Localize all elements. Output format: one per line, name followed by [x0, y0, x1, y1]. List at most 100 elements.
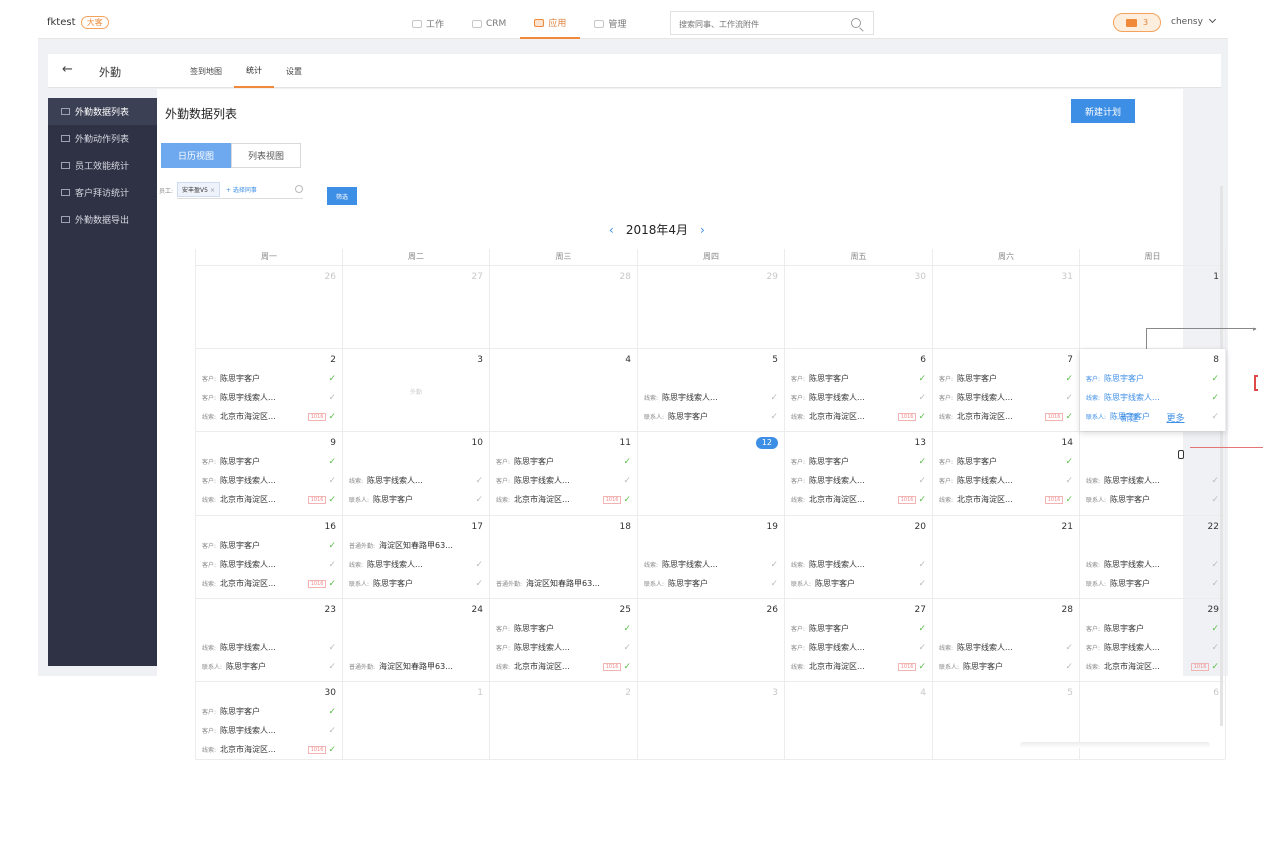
calendar-day[interactable]: 7 客户: 陈思宇客户 ✓ 客户: 陈思宇线索人... ✓ 线索: 北京市海淀区... 1016 ✓ [933, 349, 1080, 431]
event-item[interactable]: 客户: 陈思宇客户 ✓ [939, 369, 1073, 388]
event-item[interactable]: 普通外勤: 海淀区知春路甲63... [349, 536, 483, 555]
calendar-day[interactable]: 11 客户: 陈思宇客户 ✓ 客户: 陈思宇线索人... ✓ 线索: 北京市海淀区... 1016… [490, 432, 638, 515]
event-item[interactable]: 联系人: 陈思宇客户 ✓ [1086, 574, 1219, 593]
event-item[interactable]: 客户: 陈思宇线索人... ✓ [939, 388, 1073, 407]
calendar-day[interactable]: 30 客户: 陈思宇客户 ✓ 客户: 陈思宇线索人... ✓ 线索: 北京市海淀区... 1016… [196, 682, 343, 759]
calendar-day[interactable]: 2 [490, 682, 638, 759]
event-item[interactable]: 线索: 北京市海淀区... 1016 ✓ [202, 740, 336, 759]
search-icon[interactable] [851, 18, 861, 28]
employee-filter[interactable]: 安丰盈V5 × + 选择同事 [177, 181, 303, 199]
calendar-day[interactable]: 22 线索: 陈思宇线索人... ✓ 联系人: 陈思宇客户 ✓ [1080, 516, 1226, 598]
event-item[interactable]: 线索: 北京市海淀区... 1016 ✓ [791, 490, 926, 509]
event-item[interactable]: 线索: 北京市海淀区... 1016 ✓ [496, 490, 631, 509]
calendar-day[interactable]: 2 客户: 陈思宇客户 ✓ 客户: 陈思宇线索人... ✓ 线索: 北京市海淀区... 1016 ✓ [196, 349, 343, 431]
new-plan-button[interactable]: 新建计划 [1071, 99, 1135, 123]
event-item[interactable]: 客户: 陈思宇客户 ✓ [791, 369, 926, 388]
event-item[interactable]: 线索: 北京市海淀区... 1016 ✓ [791, 407, 926, 426]
brand[interactable]: fktest 大客 [47, 16, 109, 29]
tab-item[interactable]: 设置 [274, 54, 314, 88]
calendar-day[interactable]: 30 [785, 266, 933, 348]
event-item[interactable]: 线索: 陈思宇线索人... ✓ [349, 555, 483, 574]
event-item[interactable]: 客户: 陈思宇客户 ✓ [1086, 369, 1219, 388]
event-item[interactable]: 联系人: 陈思宇客户 ✓ [1086, 490, 1219, 509]
event-item[interactable]: 客户: 陈思宇线索人... ✓ [202, 721, 336, 740]
message-button[interactable]: 3 [1113, 13, 1161, 32]
event-item[interactable]: 普通外勤: 海淀区知春路甲63... [496, 574, 631, 593]
prev-month-icon[interactable]: ‹ [609, 223, 614, 237]
select-colleague-link[interactable]: + 选择同事 [226, 185, 257, 194]
clear-icon[interactable] [295, 185, 303, 193]
event-item[interactable]: 客户: 陈思宇线索人... ✓ [202, 471, 336, 490]
event-item[interactable]: 线索: 陈思宇线索人... ✓ [1086, 555, 1219, 574]
event-item[interactable]: 线索: 北京市海淀区... 1016 ✓ [939, 407, 1073, 426]
event-item[interactable]: 客户: 陈思宇线索人... ✓ [791, 638, 926, 657]
event-item[interactable]: 线索: 陈思宇线索人... ✓ [1086, 471, 1219, 490]
event-item[interactable]: 线索: 陈思宇线索人... ✓ [939, 638, 1073, 657]
event-item[interactable]: 客户: 陈思宇线索人... ✓ [939, 471, 1073, 490]
calendar-day[interactable]: 12 [638, 432, 785, 515]
event-item[interactable]: 线索: 北京市海淀区... 1016 ✓ [202, 407, 336, 426]
event-item[interactable]: 客户: 陈思宇客户 ✓ [939, 452, 1073, 471]
calendar-day[interactable]: 19 线索: 陈思宇线索人... ✓ 联系人: 陈思宇客户 ✓ [638, 516, 785, 598]
event-item[interactable]: 客户: 陈思宇客户 ✓ [202, 369, 336, 388]
calendar-day[interactable]: 4 [785, 682, 933, 759]
back-arrow-icon[interactable]: ← [62, 62, 73, 77]
nav-item[interactable]: 工作 [398, 8, 458, 39]
user-menu[interactable]: chensy [1171, 15, 1216, 27]
chip-close-icon[interactable]: × [210, 187, 215, 194]
calendar-day[interactable]: 18 普通外勤: 海淀区知春路甲63... [490, 516, 638, 598]
event-item[interactable]: 线索: 陈思宇线索人... ✓ [644, 555, 778, 574]
calendar-day[interactable]: 29 客户: 陈思宇客户 ✓ 客户: 陈思宇线索人... ✓ 线索: 北京市海淀区... 1016… [1080, 599, 1226, 681]
event-item[interactable]: 客户: 陈思宇线索人... ✓ [202, 388, 336, 407]
event-item[interactable]: 线索: 北京市海淀区... 1016 ✓ [791, 657, 926, 676]
search-input[interactable] [671, 13, 841, 36]
calendar-day[interactable]: 23 线索: 陈思宇线索人... ✓ 联系人: 陈思宇客户 ✓ [196, 599, 343, 681]
event-item[interactable]: 客户: 陈思宇客户 ✓ [496, 452, 631, 471]
calendar-day[interactable]: 20 线索: 陈思宇线索人... ✓ 联系人: 陈思宇客户 ✓ [785, 516, 933, 598]
calendar-day[interactable]: 28 [490, 266, 638, 348]
event-item[interactable]: 客户: 陈思宇线索人... ✓ [202, 555, 336, 574]
calendar-day[interactable]: 3 外勤 [343, 349, 490, 431]
calendar-day[interactable]: 25 客户: 陈思宇客户 ✓ 客户: 陈思宇线索人... ✓ 线索: 北京市海淀区... 1016… [490, 599, 638, 681]
event-item[interactable]: 线索: 陈思宇线索人... ✓ [1086, 388, 1219, 407]
event-item[interactable]: 联系人: 陈思宇客户 ✓ [644, 407, 778, 426]
new-event-link[interactable]: 新建 [1120, 411, 1138, 431]
more-link[interactable]: 更多 [1167, 411, 1185, 431]
calendar-day[interactable]: 5 线索: 陈思宇线索人... ✓ 联系人: 陈思宇客户 ✓ [638, 349, 785, 431]
event-item[interactable]: 客户: 陈思宇客户 ✓ [202, 702, 336, 721]
event-item[interactable]: 联系人: 陈思宇客户 ✓ [349, 490, 483, 509]
view-tab[interactable]: 日历视图 [161, 143, 231, 168]
calendar-day[interactable]: 29 [638, 266, 785, 348]
calendar-day[interactable]: 13 客户: 陈思宇客户 ✓ 客户: 陈思宇线索人... ✓ 线索: 北京市海淀区... 1016… [785, 432, 933, 515]
calendar-day[interactable]: 21 [933, 516, 1080, 598]
calendar-day[interactable]: 27 客户: 陈思宇客户 ✓ 客户: 陈思宇线索人... ✓ 线索: 北京市海淀区... 1016… [785, 599, 933, 681]
event-item[interactable]: 线索: 北京市海淀区... 1016 ✓ [202, 574, 336, 593]
event-item[interactable]: 联系人: 陈思宇客户 ✓ [791, 574, 926, 593]
view-tab[interactable]: 列表视图 [231, 143, 301, 168]
next-month-icon[interactable]: › [700, 223, 705, 237]
event-item[interactable]: 客户: 陈思宇线索人... ✓ [496, 638, 631, 657]
filter-button[interactable]: 筛选 [327, 187, 357, 205]
event-item[interactable]: 联系人: 陈思宇客户 ✓ [644, 574, 778, 593]
calendar-day[interactable]: 3 [638, 682, 785, 759]
tab-item[interactable]: 签到地图 [178, 54, 234, 88]
calendar-day[interactable]: 8 客户: 陈思宇客户 ✓ 线索: 陈思宇线索人... ✓ 联系人: 陈思宇客户 ✓ 新建 更多 [1080, 349, 1226, 431]
event-item[interactable]: 线索: 陈思宇线索人... ✓ [349, 471, 483, 490]
event-item[interactable]: 线索: 北京市海淀区... 1016 ✓ [939, 490, 1073, 509]
tab-item[interactable]: 统计 [234, 54, 274, 88]
calendar-day[interactable]: 26 [638, 599, 785, 681]
event-item[interactable]: 客户: 陈思宇线索人... ✓ [496, 471, 631, 490]
event-item[interactable]: 联系人: 陈思宇客户 ✓ [349, 574, 483, 593]
nav-item[interactable]: 应用 [520, 8, 581, 39]
calendar-day[interactable]: 1 [343, 682, 490, 759]
calendar-day[interactable]: 17 普通外勤: 海淀区知春路甲63... 线索: 陈思宇线索人... ✓ 联系人: 陈思宇客… [343, 516, 490, 598]
nav-item[interactable]: CRM [458, 8, 520, 39]
calendar-day[interactable]: 28 线索: 陈思宇线索人... ✓ 联系人: 陈思宇客户 ✓ [933, 599, 1080, 681]
event-item[interactable]: 客户: 陈思宇线索人... ✓ [1086, 638, 1219, 657]
event-item[interactable]: 线索: 北京市海淀区... 1016 ✓ [496, 657, 631, 676]
event-item[interactable]: 普通外勤: 海淀区知春路甲63... [349, 657, 483, 676]
calendar-day[interactable]: 26 [196, 266, 343, 348]
calendar-day[interactable]: 14 客户: 陈思宇客户 ✓ 客户: 陈思宇线索人... ✓ 线索: 北京市海淀区... 1016… [933, 432, 1080, 515]
event-item[interactable]: 客户: 陈思宇客户 ✓ [791, 452, 926, 471]
event-item[interactable]: 线索: 陈思宇线索人... ✓ [202, 638, 336, 657]
